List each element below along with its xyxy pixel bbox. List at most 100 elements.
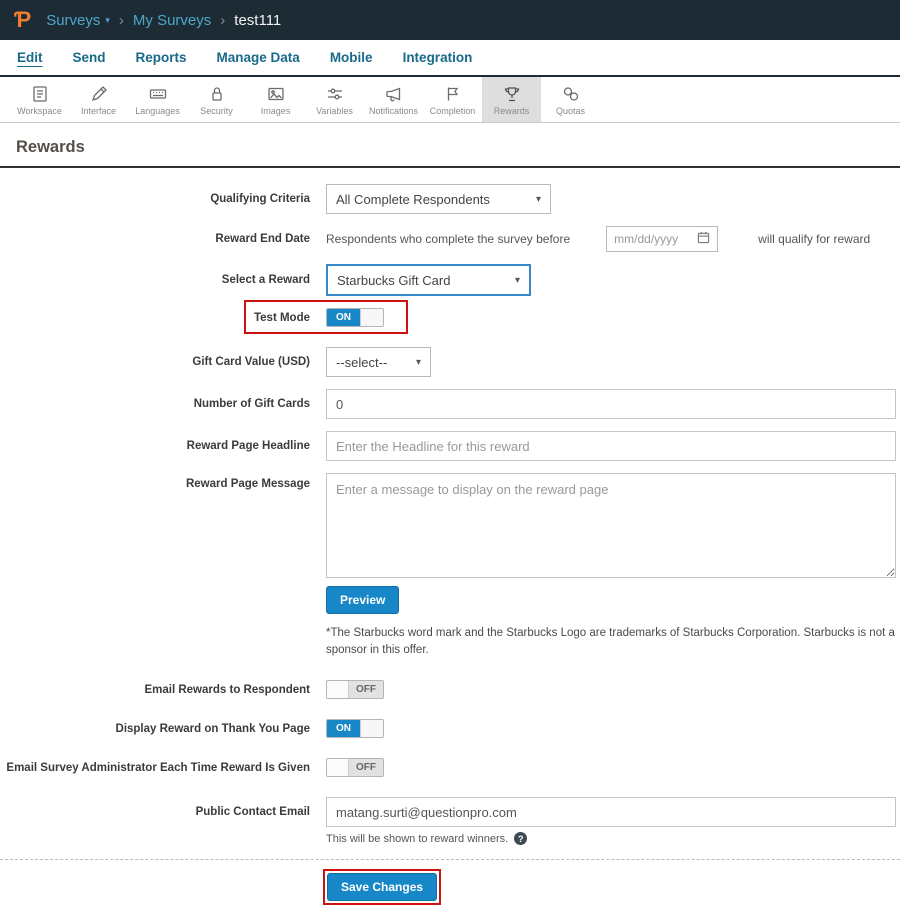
toolbar-item-label: Security — [200, 105, 233, 116]
selected-value: Starbucks Gift Card — [337, 272, 451, 288]
toolbar-item-label: Completion — [429, 105, 476, 116]
toggle-knob — [360, 309, 383, 326]
selected-value: --select-- — [336, 354, 388, 370]
field-label: Number of Gift Cards — [193, 398, 310, 410]
test-mode-toggle[interactable]: ON — [326, 308, 384, 327]
breadcrumb-surveys[interactable]: Surveys ▾ — [46, 12, 110, 29]
form-row-email-rewards: Email Rewards to Respondent OFF — [0, 680, 900, 700]
caret-down-icon: ▾ — [415, 356, 421, 368]
form-row-public-contact-email: Public Contact Email — [0, 797, 900, 828]
toolbar-item-workspace[interactable]: Workspace — [10, 77, 69, 122]
toolbar-item-quotas[interactable]: Quotas — [541, 77, 600, 122]
toolbar-item-label: Variables — [316, 105, 353, 116]
field-label: Gift Card Value (USD) — [192, 356, 310, 368]
menu-item-edit[interactable]: Edit — [17, 50, 43, 65]
main-menu: Edit Send Reports Manage Data Mobile Int… — [0, 40, 900, 77]
field-label: Select a Reward — [221, 274, 310, 286]
pencil-icon — [89, 84, 109, 104]
caret-down-icon: ▾ — [514, 274, 520, 286]
caret-down-icon: ▾ — [105, 14, 110, 25]
public-contact-email-input[interactable] — [326, 797, 896, 828]
chevron-right-icon: › — [220, 11, 226, 29]
toolbar-item-notifications[interactable]: Notifications — [364, 77, 423, 122]
links-icon — [561, 84, 581, 104]
breadcrumb-surveys-label: Surveys — [46, 11, 101, 29]
chevron-right-icon: › — [118, 11, 124, 29]
display-reward-toggle[interactable]: ON — [326, 719, 384, 739]
toggle-knob — [327, 681, 349, 699]
number-of-gift-cards-input[interactable] — [326, 389, 896, 419]
toggle-state-label: OFF — [349, 759, 383, 777]
form-row-number-of-gift-cards: Number of Gift Cards — [0, 389, 900, 419]
toolbar-item-interface[interactable]: Interface — [69, 77, 128, 122]
help-icon[interactable]: ? — [514, 832, 528, 846]
select-reward-select[interactable]: Starbucks Gift Card ▾ — [326, 264, 531, 296]
toolbar-item-rewards[interactable]: Rewards — [482, 77, 541, 122]
keyboard-icon — [148, 84, 168, 104]
calendar-icon[interactable] — [697, 231, 710, 247]
qualifying-criteria-select[interactable]: All Complete Respondents ▾ — [326, 184, 551, 214]
breadcrumb-current-survey: test111 — [234, 11, 282, 29]
form-row-reward-page-headline: Reward Page Headline — [0, 431, 900, 461]
gift-card-value-select[interactable]: --select-- ▾ — [326, 347, 431, 377]
toolbar-item-label: Notifications — [368, 105, 419, 116]
settings-toolbar: Workspace Interface Languages Security I… — [0, 77, 900, 123]
toggle-state-label: OFF — [349, 681, 383, 699]
form-row-select-reward: Select a Reward Starbucks Gift Card ▾ — [0, 264, 900, 296]
field-label: Qualifying Criteria — [210, 193, 310, 205]
sliders-icon — [325, 84, 345, 104]
end-date-prefix-text: Respondents who complete the survey befo… — [326, 232, 571, 246]
toolbar-item-label: Images — [260, 105, 291, 116]
starbucks-disclaimer-text: *The Starbucks word mark and the Starbuc… — [326, 627, 895, 656]
rewards-form: Qualifying Criteria All Complete Respond… — [0, 168, 900, 905]
toolbar-item-label: Quotas — [555, 105, 586, 116]
reward-page-headline-input[interactable] — [326, 431, 896, 461]
toolbar-item-label: Interface — [80, 105, 117, 116]
toolbar-item-label: Rewards — [493, 105, 530, 116]
questionpro-logo-icon[interactable]: Ƥ — [14, 7, 31, 33]
toolbar-item-variables[interactable]: Variables — [305, 77, 364, 122]
menu-item-integration[interactable]: Integration — [403, 50, 473, 65]
breadcrumb-my-surveys[interactable]: My Surveys — [133, 12, 211, 29]
preview-button[interactable]: Preview — [326, 586, 400, 614]
toolbar-item-label: Languages — [135, 105, 180, 116]
red-highlight-box-save: Save Changes — [323, 869, 442, 905]
toggle-state-label: ON — [327, 720, 360, 738]
caret-down-icon: ▾ — [535, 193, 541, 205]
email-admin-toggle[interactable]: OFF — [326, 758, 384, 778]
toolbar-item-security[interactable]: Security — [187, 77, 246, 122]
field-label: Test Mode — [253, 311, 310, 324]
toggle-knob — [327, 759, 349, 777]
menu-item-manage-data[interactable]: Manage Data — [217, 50, 300, 65]
menu-item-reports[interactable]: Reports — [136, 50, 187, 65]
toolbar-item-images[interactable]: Images — [246, 77, 305, 122]
selected-value: All Complete Respondents — [336, 191, 490, 207]
end-date-suffix-text: will qualify for reward — [758, 232, 871, 246]
top-header-bar: Ƥ Surveys ▾ › My Surveys › test111 — [0, 0, 900, 40]
toolbar-item-languages[interactable]: Languages — [128, 77, 187, 122]
toolbar-item-label: Workspace — [17, 105, 62, 116]
menu-item-mobile[interactable]: Mobile — [330, 50, 373, 65]
reward-end-date-input[interactable]: mm/dd/yyyy — [606, 226, 719, 252]
form-row-qualifying-criteria: Qualifying Criteria All Complete Respond… — [0, 184, 900, 214]
toggle-state-label: ON — [327, 309, 360, 326]
trophy-icon — [502, 84, 522, 104]
field-label: Email Survey Administrator Each Time Rew… — [6, 761, 310, 774]
public-email-help-text: This will be shown to reward winners. — [326, 832, 509, 845]
image-icon — [266, 84, 286, 104]
date-placeholder: mm/dd/yyyy — [614, 232, 679, 246]
reward-page-message-textarea[interactable] — [326, 473, 896, 578]
toolbar-item-completion[interactable]: Completion — [423, 77, 482, 122]
field-label: Email Rewards to Respondent — [144, 683, 310, 696]
field-label: Reward End Date — [215, 233, 310, 245]
form-row-test-mode: Test Mode ON — [0, 300, 900, 334]
menu-item-send[interactable]: Send — [73, 50, 106, 65]
field-label: Reward Page Message — [185, 478, 310, 490]
email-rewards-toggle[interactable]: OFF — [326, 680, 384, 700]
lock-icon — [207, 84, 227, 104]
save-changes-button[interactable]: Save Changes — [327, 873, 438, 902]
form-row-gift-card-value: Gift Card Value (USD) --select-- ▾ — [0, 347, 900, 377]
form-row-display-reward: Display Reward on Thank You Page ON — [0, 719, 900, 739]
field-label: Display Reward on Thank You Page — [115, 722, 310, 735]
field-label: Public Contact Email — [195, 806, 310, 819]
